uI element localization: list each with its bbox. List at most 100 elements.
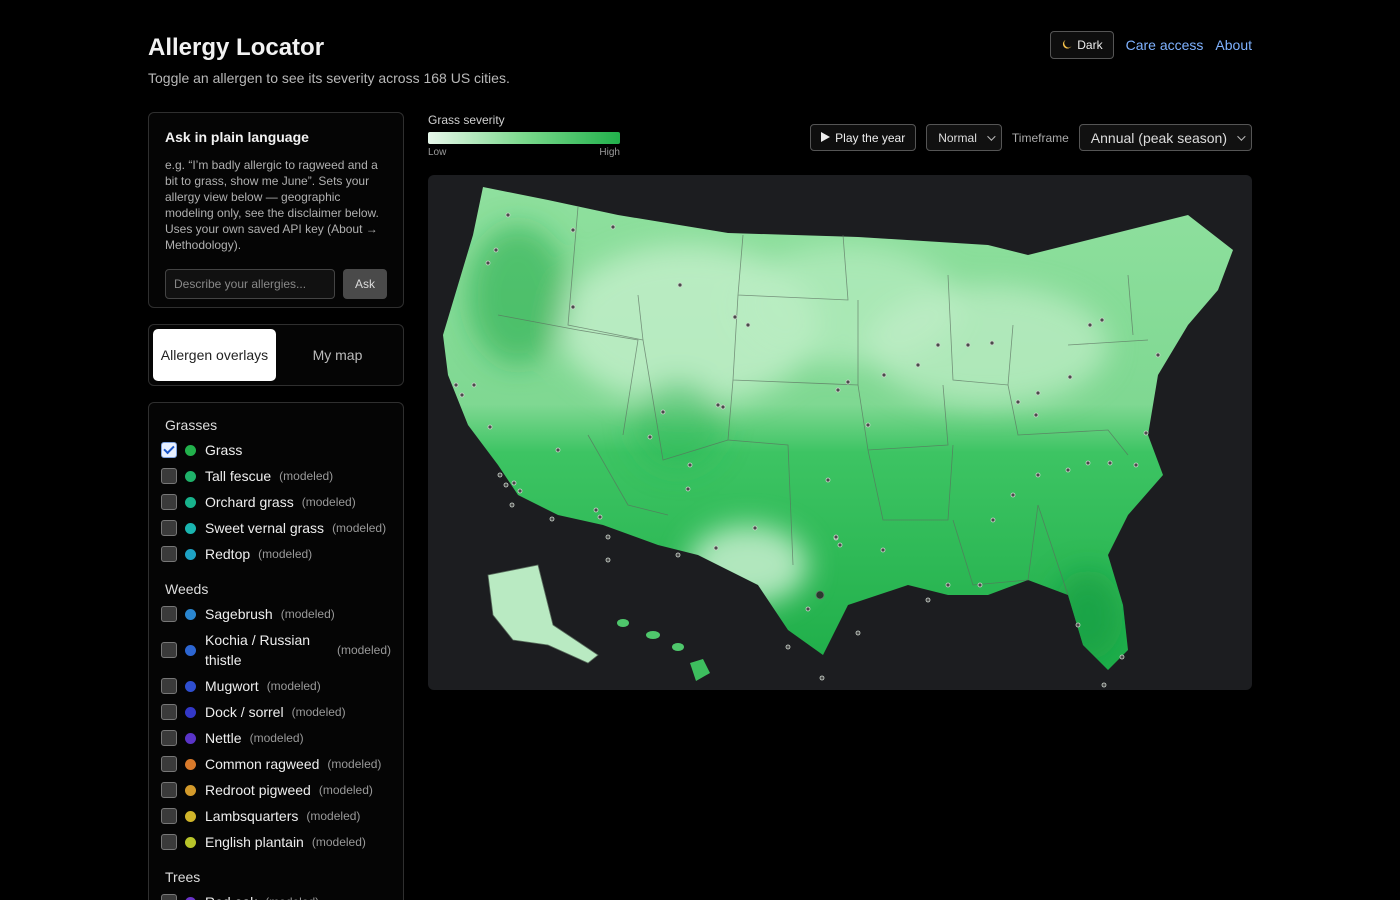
ask-button[interactable]: Ask	[343, 269, 387, 299]
tab-allergen-overlays[interactable]: Allergen overlays	[153, 329, 276, 381]
modeled-tag: (modeled)	[327, 757, 382, 771]
speed-select[interactable]: Normal	[926, 124, 1002, 151]
allergen-item[interactable]: Common ragweed (modeled)	[161, 751, 391, 777]
allergen-checkbox[interactable]	[161, 782, 177, 798]
allergen-item[interactable]: Lambsquarters (modeled)	[161, 803, 391, 829]
allergen-name: Red oak	[205, 892, 257, 900]
tab-my-map[interactable]: My map	[276, 329, 399, 381]
allergen-item[interactable]: Kochia / Russian thistle (modeled)	[161, 627, 391, 673]
allergen-color-dot	[185, 470, 196, 482]
allergen-color-dot	[185, 680, 196, 692]
allergen-checkbox[interactable]	[161, 546, 177, 562]
allergen-name: Tall fescue	[205, 468, 272, 484]
ask-description: e.g. “I’m badly allergic to ragweed and …	[165, 158, 379, 252]
legend-low-label: Low	[428, 147, 447, 158]
allergen-checkbox[interactable]	[161, 704, 177, 720]
map-controls: Play the year Normal Timeframe Annual (p…	[810, 124, 1252, 151]
chevron-down-icon	[987, 131, 996, 141]
allergen-color-dot	[185, 444, 196, 456]
allergen-color-dot	[185, 644, 196, 656]
about-link[interactable]: About	[1215, 37, 1252, 53]
allergen-checkbox[interactable]	[161, 808, 177, 824]
modeled-tag: (modeled)	[291, 705, 346, 719]
timeframe-select[interactable]: Annual (peak season)	[1078, 124, 1252, 151]
allergen-color-dot	[185, 732, 196, 744]
allergen-color-dot	[185, 496, 196, 508]
allergen-color-dot	[185, 608, 196, 620]
us-map-svg	[443, 187, 1233, 688]
moon-icon	[1061, 38, 1073, 53]
allergen-item[interactable]: Sweet vernal grass (modeled)	[161, 515, 391, 541]
modeled-tag: (modeled)	[332, 521, 387, 535]
modeled-tag: (modeled)	[311, 835, 366, 849]
allergen-color-dot	[185, 836, 196, 848]
modeled-tag: (modeled)	[306, 809, 361, 823]
continental-us-region	[443, 187, 1233, 670]
legend-gradient	[428, 132, 620, 144]
allergen-checkbox[interactable]	[161, 642, 177, 658]
allergen-checkbox[interactable]	[161, 756, 177, 772]
legend-title: Grass severity	[428, 113, 505, 127]
allergen-checkbox[interactable]	[161, 678, 177, 694]
allergen-checkbox[interactable]	[161, 442, 177, 458]
severity-legend: Grass severity Low High	[428, 113, 620, 158]
modeled-tag: (modeled)	[265, 895, 319, 900]
allergen-item[interactable]: Sagebrush (modeled)	[161, 601, 391, 627]
hawaii-region	[617, 619, 710, 681]
modeled-tag: (modeled)	[318, 783, 373, 797]
play-year-button[interactable]: Play the year	[810, 124, 917, 151]
page-subtitle: Toggle an allergen to see its severity a…	[148, 70, 510, 86]
timeframe-value: Annual (peak season)	[1090, 129, 1227, 146]
modeled-tag: (modeled)	[249, 731, 304, 745]
page-title: Allergy Locator	[148, 34, 325, 61]
allergen-name: Common ragweed	[205, 756, 320, 772]
allergen-name: Dock / sorrel	[205, 704, 284, 720]
allergen-color-dot	[185, 896, 196, 900]
allergen-color-dot	[185, 810, 196, 822]
allergen-name: Redroot pigweed	[205, 782, 311, 798]
modeled-tag: (modeled)	[280, 607, 335, 621]
allergen-checkbox[interactable]	[161, 520, 177, 536]
legend-high-label: High	[599, 147, 620, 158]
allergen-name: Sagebrush	[205, 606, 273, 622]
top-actions: Dark Care access About	[1050, 31, 1252, 59]
allergen-item[interactable]: Redroot pigweed (modeled)	[161, 777, 391, 803]
allergen-group-label: Weeds	[165, 581, 209, 597]
allergen-color-dot	[185, 706, 196, 718]
allergen-color-dot	[185, 758, 196, 770]
allergen-item[interactable]: Tall fescue (modeled)	[161, 463, 391, 489]
allergen-checkbox[interactable]	[161, 468, 177, 484]
modeled-tag: (modeled)	[279, 469, 334, 483]
allergen-name: Sweet vernal grass	[205, 520, 325, 536]
allergen-name: English plantain	[205, 834, 304, 850]
allergen-item[interactable]: Nettle (modeled)	[161, 725, 391, 751]
chevron-down-icon	[1237, 131, 1246, 141]
allergen-item[interactable]: English plantain (modeled)	[161, 829, 391, 855]
allergen-list: Grasses Grass Tall fescue (modeled) Orchard …	[148, 402, 404, 900]
allergen-item[interactable]: Red oak (modeled)	[161, 889, 391, 900]
dark-mode-button[interactable]: Dark	[1050, 31, 1114, 59]
allergen-name: Orchard grass	[205, 494, 294, 510]
allergen-item[interactable]: Dock / sorrel (modeled)	[161, 699, 391, 725]
ask-panel: Ask in plain language e.g. “I’m badly al…	[148, 112, 404, 308]
allergen-name: Kochia / Russian thistle	[205, 632, 311, 668]
allergen-item[interactable]: Orchard grass (modeled)	[161, 489, 391, 515]
alaska-region	[487, 564, 599, 664]
play-icon	[821, 131, 831, 145]
allergen-checkbox[interactable]	[161, 730, 177, 746]
allergen-checkbox[interactable]	[161, 606, 177, 622]
allergen-name: Grass	[205, 442, 243, 458]
allergy-description-input[interactable]	[165, 269, 335, 299]
care-access-link[interactable]: Care access	[1126, 37, 1204, 53]
allergen-color-dot	[185, 522, 196, 534]
allergen-color-dot	[185, 548, 196, 560]
allergen-item[interactable]: Mugwort (modeled)	[161, 673, 391, 699]
allergen-item[interactable]: Redtop (modeled)	[161, 541, 391, 567]
allergen-checkbox[interactable]	[161, 494, 177, 510]
allergen-checkbox[interactable]	[161, 894, 177, 900]
modeled-tag: (modeled)	[336, 643, 391, 657]
severity-map[interactable]	[428, 175, 1252, 690]
allergen-item[interactable]: Grass	[161, 437, 391, 463]
ask-heading: Ask in plain language	[165, 129, 309, 145]
allergen-checkbox[interactable]	[161, 834, 177, 850]
